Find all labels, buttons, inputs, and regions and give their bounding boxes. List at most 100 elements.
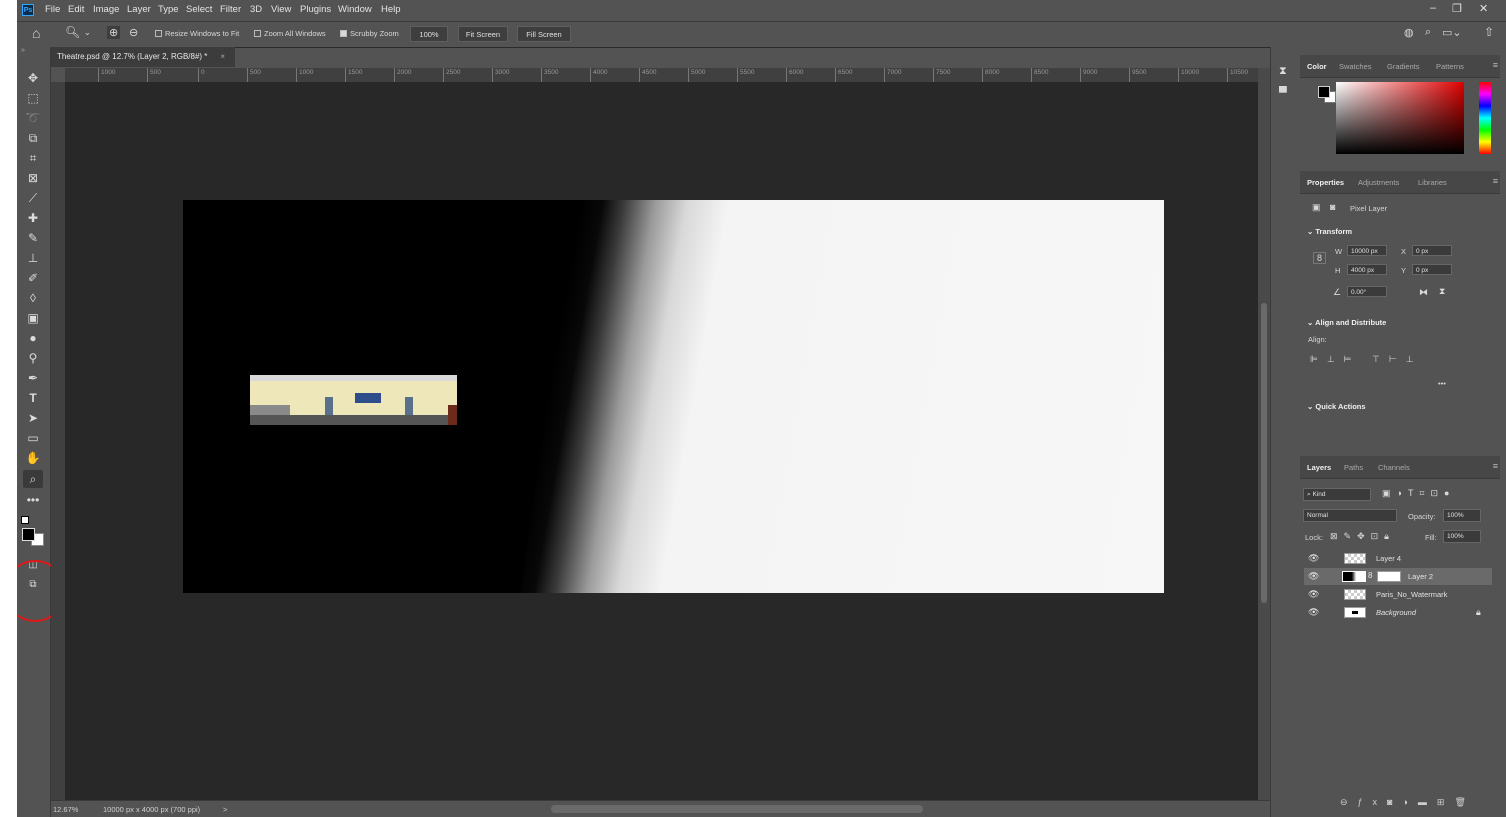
tab-paths[interactable]: Paths <box>1344 463 1363 472</box>
menu-plugins[interactable]: Plugins <box>300 4 331 15</box>
restore-icon[interactable]: ❐ <box>1452 2 1462 15</box>
zoom-out-icon[interactable]: ⊖ <box>129 26 138 39</box>
menu-filter[interactable]: Filter <box>220 4 241 15</box>
y-field[interactable]: 0 px <box>1412 264 1452 275</box>
visibility-eye-icon[interactable]: 👁︎ <box>1308 553 1319 564</box>
x-field[interactable]: 0 px <box>1412 245 1452 256</box>
width-field[interactable]: 10000 px <box>1347 245 1387 256</box>
layer-name[interactable]: Layer 4 <box>1376 554 1401 563</box>
height-field[interactable]: 4000 px <box>1347 264 1387 275</box>
tab-channels[interactable]: Channels <box>1378 463 1410 472</box>
type-tool-icon[interactable]: T <box>23 389 43 407</box>
foreground-color-swatch[interactable] <box>22 528 35 541</box>
share-icon[interactable]: ⇧ <box>1484 25 1494 39</box>
menu-image[interactable]: Image <box>93 4 119 15</box>
layer-row[interactable]: 👁︎ Paris_No_Watermark <box>1304 586 1492 603</box>
menu-3d[interactable]: 3D <box>250 4 262 15</box>
opacity-field[interactable]: 100% <box>1443 509 1481 522</box>
link-icon[interactable]: 8 <box>1313 252 1327 264</box>
menu-help[interactable]: Help <box>381 4 401 15</box>
menu-view[interactable]: View <box>271 4 291 15</box>
menu-window[interactable]: Window <box>338 4 372 15</box>
blend-mode-select[interactable]: Normal <box>1303 509 1397 522</box>
menu-type[interactable]: Type <box>158 4 179 15</box>
share-user-icon[interactable]: ◍ <box>1404 26 1414 39</box>
search-icon[interactable]: ⌕ <box>1425 26 1431 39</box>
more-options-icon[interactable]: ••• <box>1438 379 1446 388</box>
layer-row[interactable]: 👁︎ Background 🔒︎ <box>1304 604 1492 621</box>
rectangle-tool-icon[interactable]: ▭ <box>23 429 43 447</box>
default-colors-icon[interactable] <box>21 516 29 524</box>
layer-name[interactable]: Layer 2 <box>1408 572 1433 581</box>
color-panel-fg-swatch[interactable] <box>1318 86 1330 98</box>
zoom-level[interactable]: 12.67% <box>53 805 78 814</box>
zoom-tool-preset-icon[interactable]: 🔍︎ <box>65 25 80 39</box>
menu-file[interactable]: File <box>45 4 60 15</box>
minimize-icon[interactable]: – <box>1430 2 1436 14</box>
chain-link-icon[interactable]: 8 <box>1368 571 1372 580</box>
tab-swatches[interactable]: Swatches <box>1339 62 1372 71</box>
hand-tool-icon[interactable]: ✋ <box>23 449 43 467</box>
layer-row[interactable]: 👁︎ Layer 4 <box>1304 550 1492 567</box>
brush-tool-icon[interactable]: ✎ <box>23 229 43 247</box>
align-section[interactable]: ⌄ Align and Distribute <box>1307 318 1386 327</box>
panel-menu-icon[interactable]: ≡ <box>1493 461 1498 471</box>
zoom-in-icon[interactable]: ⊕ <box>107 26 121 39</box>
angle-field[interactable]: 0.00° <box>1347 286 1387 297</box>
blur-tool-icon[interactable]: ● <box>23 329 43 347</box>
layer-kind-filter[interactable]: ⌕ Kind <box>1303 488 1371 501</box>
collapse-icon[interactable]: » <box>21 47 25 54</box>
visibility-eye-icon[interactable]: 👁︎ <box>1308 571 1319 582</box>
close-tab-icon[interactable]: × <box>220 47 225 67</box>
flip-horizontal-icon[interactable]: ⧓ <box>1419 287 1428 298</box>
hue-slider[interactable] <box>1479 82 1491 154</box>
horizontal-scrollbar[interactable] <box>551 805 923 813</box>
close-window-icon[interactable]: ✕ <box>1479 2 1488 15</box>
more-tools-icon[interactable]: ••• <box>23 491 43 509</box>
flip-vertical-icon[interactable]: ⧗ <box>1439 286 1445 297</box>
align-buttons-icon[interactable]: ⊫⊥⊨ ⊤⊢⊥ <box>1310 354 1423 365</box>
zoom-all-checkbox[interactable]: Zoom All Windows <box>254 29 326 38</box>
scrubby-zoom-checkbox[interactable]: Scrubby Zoom <box>340 29 399 38</box>
layer-filter-icons[interactable]: ▣◑T⌗⊡● <box>1382 488 1455 499</box>
tab-color[interactable]: Color <box>1307 62 1327 71</box>
lasso-tool-icon[interactable]: ➰ <box>23 109 43 127</box>
tab-properties[interactable]: Properties <box>1307 178 1344 187</box>
workspace-icon[interactable]: ▭⌄ <box>1442 26 1462 39</box>
transform-section[interactable]: ⌄ Transform <box>1307 227 1352 236</box>
document-tab[interactable]: Theatre.psd @ 12.7% (Layer 2, RGB/8#) * … <box>51 47 235 67</box>
object-select-tool-icon[interactable]: ⧉ <box>23 129 43 147</box>
home-icon[interactable]: ⌂ <box>32 25 40 41</box>
quick-actions-section[interactable]: ⌄ Quick Actions <box>1307 402 1366 411</box>
vertical-scrollbar[interactable] <box>1258 68 1270 800</box>
tab-libraries[interactable]: Libraries <box>1418 178 1447 187</box>
history-icon[interactable]: ⧗ <box>1279 65 1287 78</box>
layer-row-selected[interactable]: 👁︎ 8 Layer 2 <box>1304 568 1492 585</box>
fill-field[interactable]: 100% <box>1443 530 1481 543</box>
comments-icon[interactable]: ▀ <box>1279 87 1287 99</box>
menu-select[interactable]: Select <box>186 4 212 15</box>
chevron-down-icon[interactable]: ⌄ <box>84 28 91 37</box>
visibility-eye-icon[interactable]: 👁︎ <box>1308 607 1319 618</box>
menu-edit[interactable]: Edit <box>68 4 84 15</box>
eyedropper-tool-icon[interactable]: ⟋ <box>23 189 43 207</box>
frame-tool-icon[interactable]: ⊠ <box>23 169 43 187</box>
panel-menu-icon[interactable]: ≡ <box>1493 60 1498 70</box>
tab-gradients[interactable]: Gradients <box>1387 62 1420 71</box>
eraser-tool-icon[interactable]: ◊ <box>23 289 43 307</box>
pen-tool-icon[interactable]: ✒ <box>23 369 43 387</box>
fill-screen-button[interactable]: Fill Screen <box>517 26 571 42</box>
crop-tool-icon[interactable]: ⌗ <box>23 149 43 167</box>
lock-icons[interactable]: ⊠✎✥⊡🔒︎ <box>1330 531 1395 542</box>
path-select-icon[interactable]: ➤ <box>23 409 43 427</box>
stamp-tool-icon[interactable]: ⊥ <box>23 249 43 267</box>
document-canvas[interactable] <box>183 200 1164 593</box>
layer-name[interactable]: Paris_No_Watermark <box>1376 590 1447 599</box>
status-menu-arrow[interactable]: > <box>223 805 227 814</box>
layers-bottom-toolbar[interactable]: ⊖ƒx◙◑▬⊞🗑︎ <box>1340 797 1476 808</box>
color-picker-field[interactable] <box>1336 82 1464 154</box>
menu-layer[interactable]: Layer <box>127 4 151 15</box>
panel-menu-icon[interactable]: ≡ <box>1493 176 1498 186</box>
healing-brush-icon[interactable]: ✚ <box>23 209 43 227</box>
marquee-tool-icon[interactable]: ⬚ <box>23 89 43 107</box>
